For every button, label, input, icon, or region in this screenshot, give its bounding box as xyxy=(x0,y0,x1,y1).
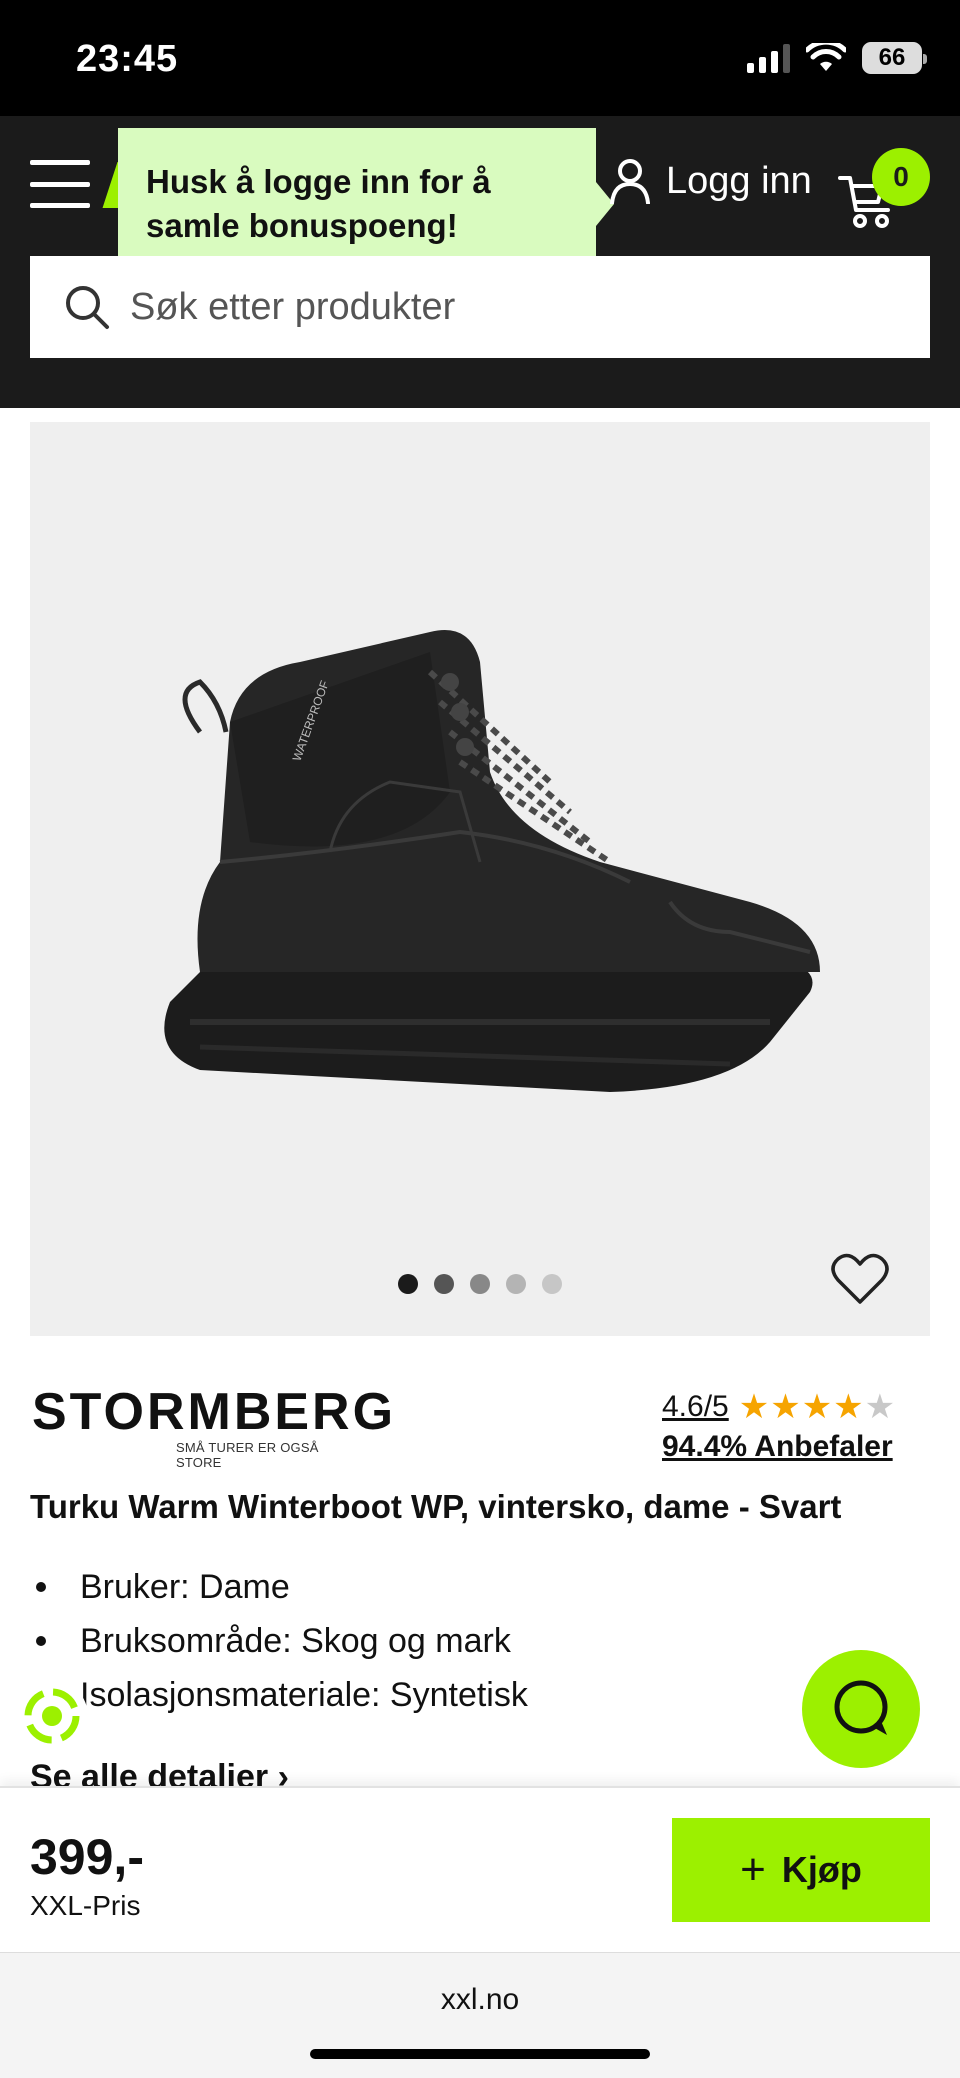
brand-logo[interactable]: STORMBERG SMÅ TURER ER OGSÅ STORE xyxy=(32,1383,397,1470)
chat-button[interactable] xyxy=(802,1650,920,1768)
rating-stars-icon: ★★★★★ xyxy=(738,1388,897,1426)
plus-icon: + xyxy=(740,1845,766,1894)
site-header: Husk å logge inn for å samle bonuspoeng!… xyxy=(0,116,960,408)
chat-bubble-icon xyxy=(834,1680,888,1735)
product-highlights: Bruker: Dame Bruksområde: Skog og mark I… xyxy=(30,1560,730,1722)
buy-label: Kjøp xyxy=(781,1849,862,1890)
recycle-icon xyxy=(24,1688,80,1744)
home-indicator[interactable] xyxy=(310,2049,650,2059)
signal-icon xyxy=(747,43,790,73)
brand-name: STORMBERG xyxy=(32,1383,397,1441)
highlight-item: Bruksområde: Skog og mark xyxy=(30,1614,730,1668)
recommend-percentage-link[interactable]: 94.4% Anbefaler xyxy=(662,1430,932,1464)
sticky-buy-bar: 399,- XXL-Pris + Kjøp xyxy=(0,1786,960,1952)
highlight-item: Bruker: Dame xyxy=(30,1560,730,1614)
user-icon xyxy=(610,159,650,204)
highlight-item: Isolasjonsmateriale: Syntetisk xyxy=(30,1668,730,1722)
browser-address-bar[interactable]: xxl.no xyxy=(0,1952,960,2078)
cart-button[interactable]: 0 xyxy=(838,148,930,232)
gallery-dot-1[interactable] xyxy=(398,1274,418,1294)
eco-badge-icon[interactable] xyxy=(16,1680,88,1752)
product-rating: 4.6/5 ★★★★★ 94.4% Anbefaler xyxy=(662,1390,932,1464)
battery-indicator: 66 xyxy=(862,42,927,74)
wifi-icon xyxy=(806,43,846,71)
product-image-gallery[interactable]: WATERPROOF xyxy=(30,422,930,1336)
product-price: 399,- xyxy=(30,1829,144,1885)
cart-count-badge: 0 xyxy=(872,148,930,206)
gallery-pagination xyxy=(398,1274,562,1294)
search-icon xyxy=(66,286,109,329)
status-bar: 23:45 66 xyxy=(0,0,960,116)
search-input[interactable] xyxy=(130,285,910,329)
gallery-dot-5[interactable] xyxy=(542,1274,562,1294)
status-icons: 66 xyxy=(747,42,927,74)
price-label: XXL-Pris xyxy=(30,1890,141,1921)
status-time: 23:45 xyxy=(76,38,179,80)
menu-icon[interactable] xyxy=(30,160,90,208)
favorite-heart-icon[interactable] xyxy=(830,1250,890,1310)
product-image-boot: WATERPROOF xyxy=(164,630,820,1092)
gallery-dot-4[interactable] xyxy=(506,1274,526,1294)
buy-button[interactable]: + Kjøp xyxy=(672,1818,930,1922)
url-text: xxl.no xyxy=(440,1983,520,2016)
login-label: Logg inn xyxy=(666,159,812,202)
brand-tagline: SMÅ TURER ER OGSÅ STORE xyxy=(176,1440,319,1470)
rating-score-link[interactable]: 4.6/5 xyxy=(662,1390,729,1424)
gallery-dot-3[interactable] xyxy=(470,1274,490,1294)
gallery-dot-2[interactable] xyxy=(434,1274,454,1294)
product-title: Turku Warm Winterboot WP, vintersko, dam… xyxy=(30,1488,842,1525)
search-bar[interactable] xyxy=(30,256,930,358)
login-button[interactable]: Logg inn xyxy=(610,158,812,204)
login-reminder-toast[interactable]: Husk å logge inn for å samle bonuspoeng! xyxy=(118,128,596,276)
